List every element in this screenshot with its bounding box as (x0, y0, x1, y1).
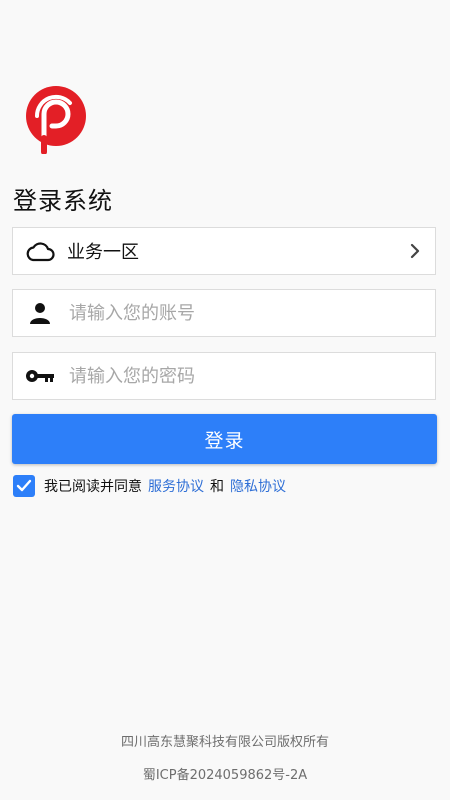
page-title: 登录系统 (13, 187, 113, 215)
privacy-agreement-link[interactable]: 隐私协议 (230, 476, 286, 496)
person-icon (13, 301, 67, 325)
cloud-icon (13, 240, 67, 262)
password-field[interactable] (12, 352, 436, 400)
and-text: 和 (210, 479, 224, 495)
agreement-checkbox[interactable] (13, 475, 35, 497)
key-icon (13, 368, 67, 384)
password-input[interactable] (67, 364, 435, 388)
region-value: 业务一区 (67, 242, 139, 263)
account-field[interactable] (12, 289, 436, 337)
copyright-text: 四川高东慧聚科技有限公司版权所有 (120, 735, 329, 750)
account-input[interactable] (67, 301, 435, 325)
app-logo (24, 86, 88, 155)
region-selector[interactable]: 业务一区 (12, 227, 436, 275)
agreement-row: 我已阅读并同意 服务协议 和 隐私协议 (13, 475, 286, 497)
service-agreement-link[interactable]: 服务协议 (148, 476, 204, 496)
chevron-right-icon (395, 243, 435, 259)
agreement-text: 我已阅读并同意 (44, 479, 142, 495)
icp-license[interactable]: 蜀ICP备2024059862号-2A (0, 764, 450, 783)
checkmark-icon (16, 479, 32, 492)
login-button[interactable]: 登录 (12, 414, 437, 464)
